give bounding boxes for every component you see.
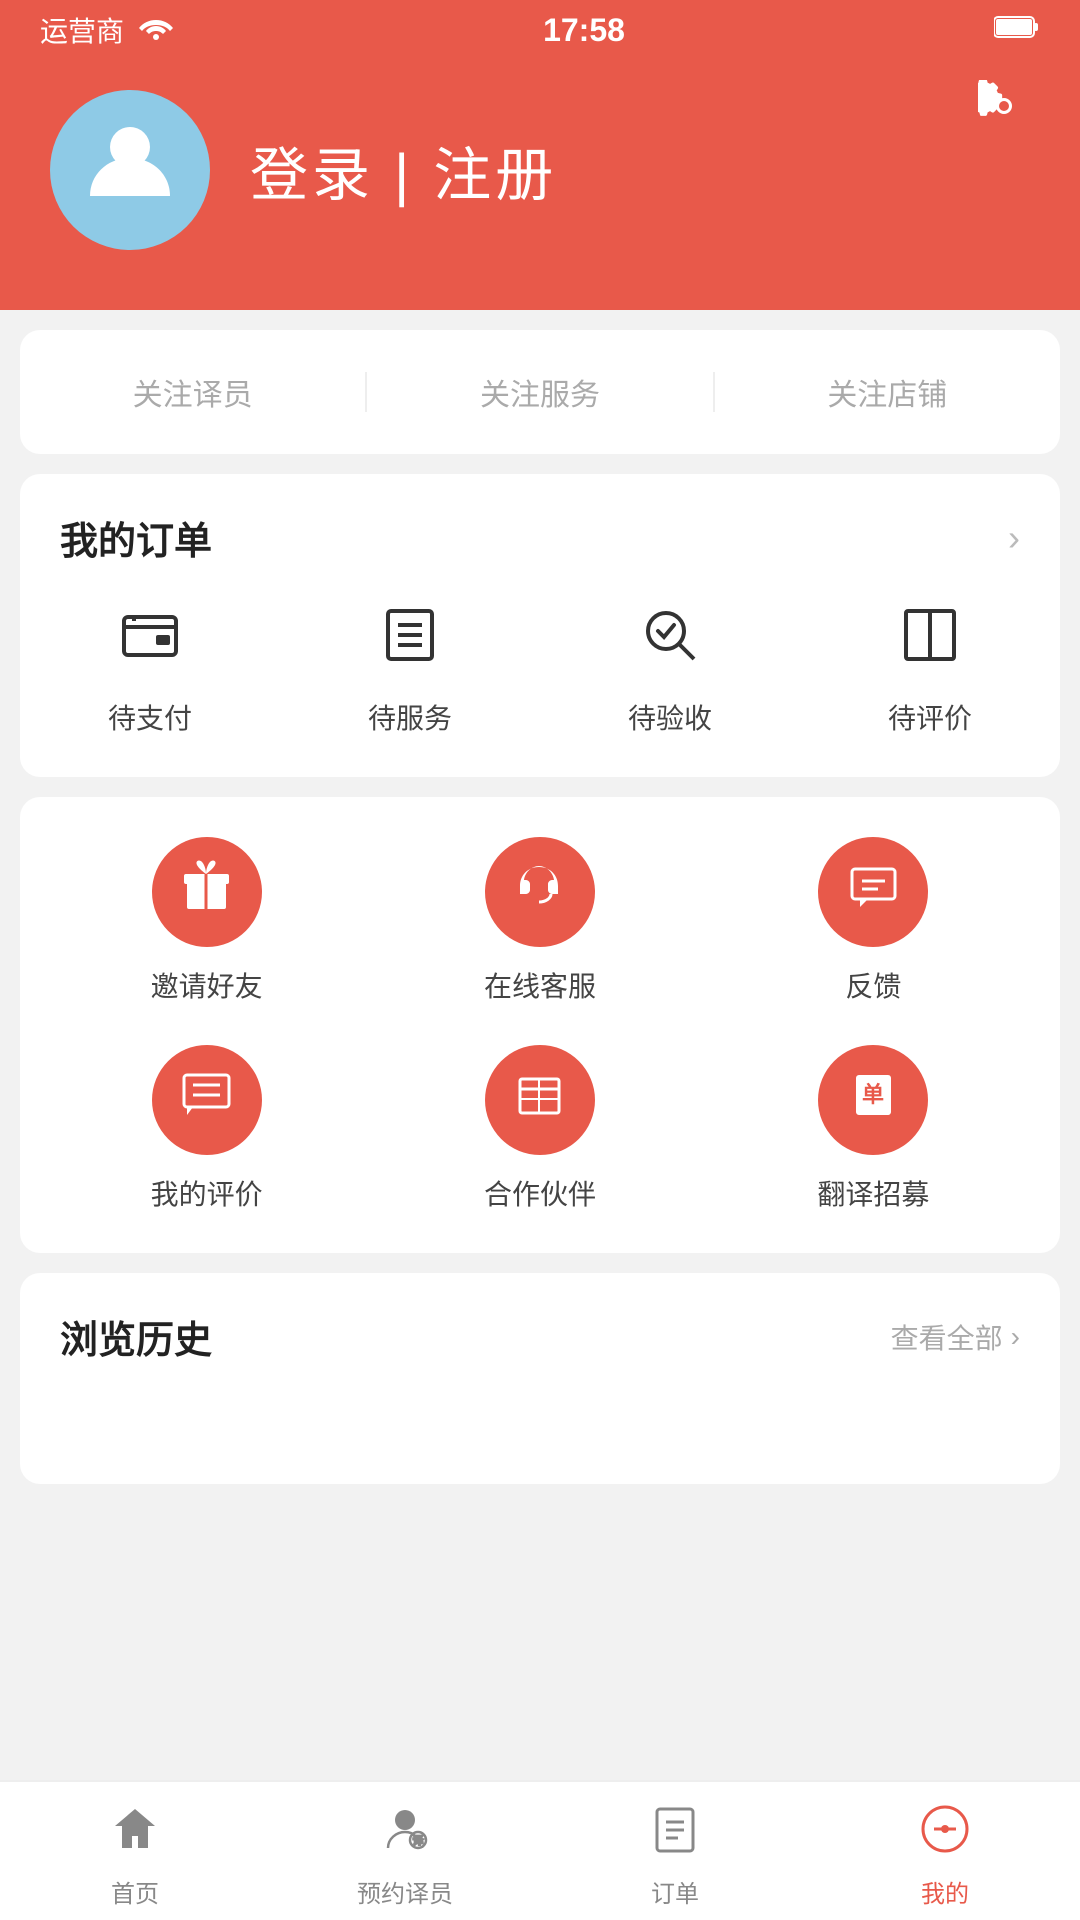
service-grid: 邀请好友 在线客服 xyxy=(20,797,1060,1253)
order-pending-review[interactable]: 待评价 xyxy=(800,605,1060,737)
tab-orders-label: 订单 xyxy=(651,1874,699,1909)
support-label: 在线客服 xyxy=(484,965,596,1005)
follow-service[interactable]: 关注服务 xyxy=(367,370,712,414)
browse-content xyxy=(20,1384,1060,1484)
tab-home-label: 首页 xyxy=(111,1874,159,1909)
browse-header: 浏览历史 查看全部 › xyxy=(20,1273,1060,1384)
order-pending-service[interactable]: 待服务 xyxy=(280,605,540,737)
follow-translator[interactable]: 关注译员 xyxy=(20,370,365,414)
invite-circle xyxy=(152,837,262,947)
svg-text:单: 单 xyxy=(862,1082,884,1107)
order-label-review: 待评价 xyxy=(888,697,972,737)
service-support[interactable]: 在线客服 xyxy=(373,837,706,1005)
status-bar: 运营商 17:58 xyxy=(0,0,1080,60)
invite-label: 邀请好友 xyxy=(151,965,263,1005)
browse-view-all[interactable]: 查看全部 › xyxy=(891,1317,1020,1357)
my-review-circle xyxy=(152,1045,262,1155)
orders-title: 我的订单 xyxy=(60,510,212,565)
settings-icon[interactable] xyxy=(978,80,1030,145)
wifi-icon xyxy=(138,14,174,47)
partner-circle xyxy=(485,1045,595,1155)
header-section: 登录 | 注册 xyxy=(0,60,1080,310)
status-right xyxy=(994,14,1040,46)
tab-orders[interactable]: 订单 xyxy=(540,1794,810,1909)
orders-arrow[interactable]: › xyxy=(1008,517,1020,559)
feedback-icon xyxy=(846,859,901,926)
partner-label: 合作伙伴 xyxy=(484,1173,596,1213)
service-card: 邀请好友 在线客服 xyxy=(20,797,1060,1253)
service-partner[interactable]: 合作伙伴 xyxy=(373,1045,706,1213)
headset-icon xyxy=(512,859,567,926)
partner-icon xyxy=(512,1067,567,1134)
translator-icon: 译 xyxy=(380,1804,430,1866)
wallet-icon xyxy=(120,605,180,679)
my-review-label: 我的评价 xyxy=(151,1173,263,1213)
feedback-circle xyxy=(818,837,928,947)
tab-translator[interactable]: 译 预约译员 xyxy=(270,1794,540,1909)
translate-icon: 单 xyxy=(846,1067,901,1134)
gift-icon xyxy=(179,859,234,926)
recruit-label: 翻译招募 xyxy=(817,1173,929,1213)
tab-bar: 首页 译 预约译员 订单 xyxy=(0,1780,1080,1920)
home-icon xyxy=(110,1804,160,1866)
profile-icon xyxy=(920,1804,970,1866)
order-label-payment: 待支付 xyxy=(108,697,192,737)
orders-header: 我的订单 › xyxy=(20,474,1060,585)
carrier-label: 运营商 xyxy=(40,10,124,50)
browse-arrow-icon: › xyxy=(1011,1321,1020,1353)
service-feedback[interactable]: 反馈 xyxy=(707,837,1040,1005)
tab-translator-label: 预约译员 xyxy=(357,1874,453,1909)
service-my-review[interactable]: 我的评价 xyxy=(40,1045,373,1213)
order-pending-acceptance[interactable]: 待验收 xyxy=(540,605,800,737)
tab-home[interactable]: 首页 xyxy=(0,1794,270,1909)
order-label-acceptance: 待验收 xyxy=(628,697,712,737)
follow-shop[interactable]: 关注店铺 xyxy=(715,370,1060,414)
follow-row: 关注译员 关注服务 关注店铺 xyxy=(20,330,1060,454)
avatar-icon xyxy=(80,111,180,230)
tab-profile-label: 我的 xyxy=(921,1874,969,1909)
orders-icon xyxy=(650,1804,700,1866)
list-icon xyxy=(380,605,440,679)
status-left: 运营商 xyxy=(40,10,174,50)
status-time: 17:58 xyxy=(543,12,625,49)
order-pending-payment[interactable]: 待支付 xyxy=(20,605,280,737)
browse-history-card: 浏览历史 查看全部 › xyxy=(20,1273,1060,1484)
order-label-service: 待服务 xyxy=(368,697,452,737)
service-invite[interactable]: 邀请好友 xyxy=(40,837,373,1005)
recruit-circle: 单 xyxy=(818,1045,928,1155)
search-check-icon xyxy=(640,605,700,679)
feedback-label: 反馈 xyxy=(845,965,901,1005)
browse-title: 浏览历史 xyxy=(60,1309,212,1364)
svg-text:译: 译 xyxy=(413,1835,423,1847)
login-register-text[interactable]: 登录 | 注册 xyxy=(250,128,557,212)
order-icons-row: 待支付 待服务 xyxy=(20,585,1060,777)
avatar[interactable] xyxy=(50,90,210,250)
service-recruit[interactable]: 单 翻译招募 xyxy=(707,1045,1040,1213)
follow-card: 关注译员 关注服务 关注店铺 xyxy=(20,330,1060,454)
battery-icon xyxy=(994,14,1040,46)
comment-icon xyxy=(179,1067,234,1134)
support-circle xyxy=(485,837,595,947)
orders-card: 我的订单 › 待支付 xyxy=(20,474,1060,777)
tab-profile[interactable]: 我的 xyxy=(810,1794,1080,1909)
book-icon xyxy=(900,605,960,679)
